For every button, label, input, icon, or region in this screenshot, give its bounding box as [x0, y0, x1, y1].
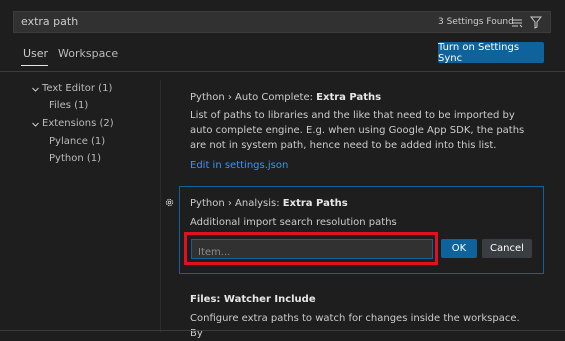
setting-description: Configure extra paths to watch for chang… [190, 313, 520, 339]
gear-icon[interactable] [164, 197, 175, 208]
cancel-button[interactable]: Cancel [482, 239, 532, 258]
tab-user[interactable]: User [23, 47, 48, 60]
header-divider [0, 71, 565, 72]
toc-item-extensions[interactable]: Extensions (2) [42, 118, 114, 129]
setting-category: Python › Analysis: [190, 198, 283, 209]
setting-category: Python › Auto Complete: [190, 92, 317, 103]
setting-category: Files: [190, 294, 224, 305]
bottom-divider [0, 330, 565, 331]
toc-item-python[interactable]: Python (1) [49, 153, 101, 164]
setting-description: Additional import search resolution path… [190, 217, 397, 228]
chevron-down-icon[interactable] [32, 121, 39, 128]
results-count: 3 Settings Found [438, 17, 514, 27]
toc-item-pylance[interactable]: Pylance (1) [49, 136, 105, 147]
settings-search-bar[interactable]: extra path 3 Settings Found [13, 11, 551, 33]
setting-title: Files: Watcher Include [190, 294, 316, 305]
settings-sync-button[interactable]: Turn on Settings Sync [438, 42, 544, 64]
setting-name: Extra Paths [282, 198, 348, 209]
toc-item-text-editor[interactable]: Text Editor (1) [42, 83, 112, 94]
setting-name: Watcher Include [223, 294, 316, 305]
toc-item-files[interactable]: Files (1) [49, 100, 88, 111]
chevron-down-icon[interactable] [32, 86, 39, 93]
tab-workspace[interactable]: Workspace [58, 47, 118, 60]
ok-button[interactable]: OK [441, 239, 477, 258]
setting-name: Extra Paths [316, 92, 382, 103]
setting-title: Python › Analysis: Extra Paths [190, 198, 348, 209]
setting-title: Python › Auto Complete: Extra Paths [190, 92, 381, 103]
edit-in-settings-json-link[interactable]: Edit in settings.json [190, 160, 288, 171]
highlight-annotation-box [184, 232, 438, 265]
setting-description: List of paths to libraries and the like … [190, 110, 525, 151]
toc-divider [160, 80, 161, 333]
active-tab-indicator [21, 65, 48, 66]
search-input[interactable]: extra path [21, 15, 78, 28]
filter-lines-icon[interactable] [511, 17, 523, 29]
funnel-icon[interactable] [530, 16, 542, 29]
